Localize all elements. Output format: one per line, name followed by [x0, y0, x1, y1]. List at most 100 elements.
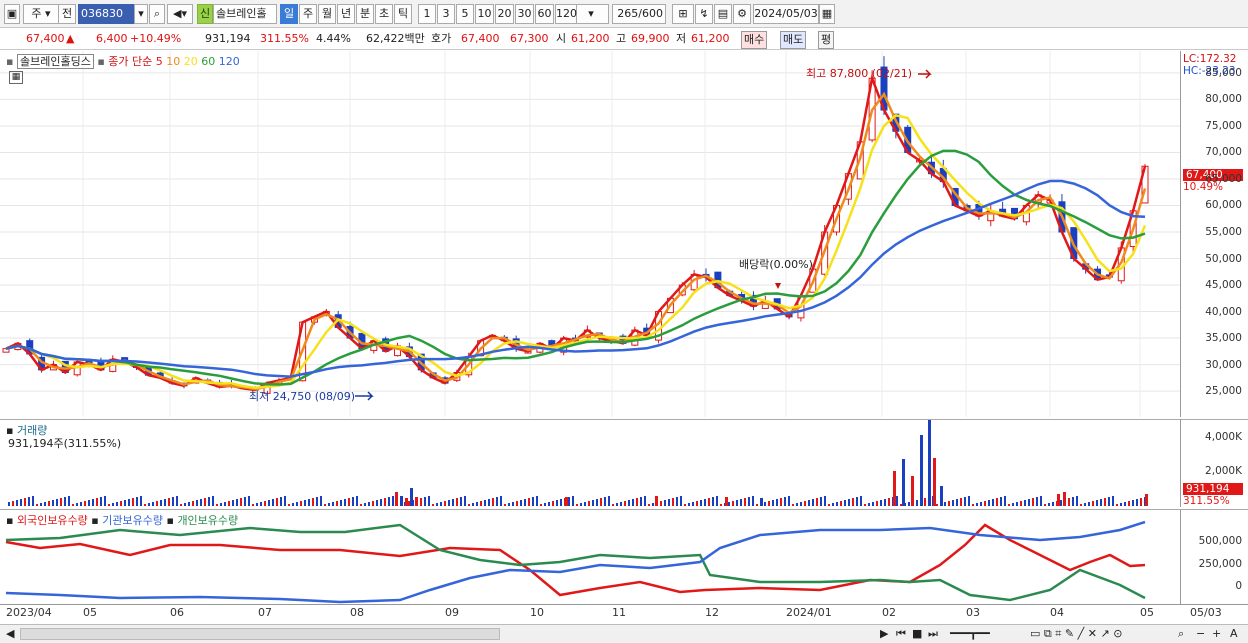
- volume-pane[interactable]: ▪ 거래량 931,194주(311.55%): [0, 419, 1180, 507]
- volume-bar: [844, 500, 846, 506]
- stop-icon[interactable]: ■: [912, 627, 922, 641]
- scroll-bar[interactable]: ◀ ▶ ⏮ ■ ⏭ ━━━┳━━ ▭ ⧉ ⌗ ✎ ╱ ✕ ↗ ⊙ ⌕ − + A: [0, 624, 1248, 643]
- interval-button-20[interactable]: 20: [495, 4, 514, 24]
- volume-bar: [896, 496, 898, 506]
- volume-bar: [836, 502, 838, 506]
- volume-bar: [156, 501, 158, 506]
- volume-bar: [612, 504, 614, 506]
- interval-button-1[interactable]: 1: [418, 4, 436, 24]
- volume-bar: [736, 500, 738, 506]
- volume-bar: [308, 499, 310, 506]
- volume-bar: [1072, 497, 1074, 506]
- stock-tag[interactable]: 솔브레인홀딩스: [16, 54, 94, 69]
- x-label: 2023/04: [6, 606, 52, 619]
- sell-button[interactable]: 매도: [780, 31, 807, 49]
- volume-bar: [800, 502, 802, 506]
- holder-pane[interactable]: ▪ 외국인보유수량 ▪ 기관보유수량 ▪ 개인보유수량: [0, 509, 1180, 604]
- volume-bar: [76, 503, 78, 506]
- stock-code-input[interactable]: 036830: [78, 4, 134, 24]
- first-icon[interactable]: ⏮: [896, 627, 906, 641]
- volume-bar: [916, 500, 918, 506]
- count-field[interactable]: 265/600: [612, 4, 666, 24]
- scroll-right-icon[interactable]: ▶: [880, 627, 888, 641]
- sound-icon[interactable]: ◀▾: [167, 4, 193, 24]
- unit-dropdown[interactable]: ▾: [573, 4, 609, 24]
- volume-bar: [860, 496, 862, 506]
- indicator-icon[interactable]: ↯: [695, 4, 713, 24]
- candle-type-icon[interactable]: ⊞: [672, 4, 694, 24]
- average-button[interactable]: 평: [818, 31, 835, 49]
- tab-tf-4[interactable]: 분: [356, 4, 374, 24]
- new-badge: 신: [197, 4, 213, 24]
- save-icon[interactable]: ▤: [714, 4, 732, 24]
- volume-bar: [652, 503, 654, 506]
- buy-button[interactable]: 매수: [741, 31, 768, 49]
- volume-bar: [36, 504, 38, 506]
- volume-bar: [464, 496, 466, 506]
- search-icon[interactable]: ⌕: [149, 4, 165, 24]
- period-dropdown[interactable]: 주 ▾: [23, 4, 59, 24]
- volume-bar: [848, 499, 850, 506]
- tool-icons[interactable]: ▭ ⧉ ⌗ ✎ ╱ ✕ ↗ ⊙: [1030, 627, 1122, 641]
- minus-icon[interactable]: −: [1196, 627, 1205, 641]
- volume-bar: [600, 498, 602, 506]
- volume-bar: [1004, 496, 1006, 506]
- code-dropdown-icon[interactable]: ▾: [134, 4, 148, 24]
- table-icon[interactable]: ▦: [9, 71, 23, 84]
- volume-bar: [504, 504, 506, 506]
- stock-name-field[interactable]: 솔브레인홀: [213, 4, 277, 24]
- tab-tf-1[interactable]: 주: [299, 4, 317, 24]
- price-tick: 50,000: [1205, 252, 1242, 265]
- legend-individual: 개인보유수량: [177, 514, 239, 527]
- tab-tf-3[interactable]: 년: [337, 4, 355, 24]
- volume-bar: [132, 498, 134, 506]
- volume-bar: [208, 497, 210, 506]
- volume-chart: [8, 420, 1148, 506]
- volume-bar: [1140, 498, 1142, 506]
- tab-tf-5[interactable]: 초: [375, 4, 393, 24]
- font-size-icon[interactable]: A: [1230, 627, 1238, 641]
- window-icon[interactable]: ▣: [4, 4, 20, 24]
- x-right-label: 05/03: [1190, 606, 1222, 619]
- price-tick: 80,000: [1205, 93, 1242, 106]
- interval-button-5[interactable]: 5: [456, 4, 474, 24]
- date-field[interactable]: 2024/05/03: [753, 4, 819, 24]
- interval-button-10[interactable]: 10: [475, 4, 494, 24]
- gear-icon[interactable]: ⚙: [733, 4, 751, 24]
- scroll-thumb[interactable]: [20, 628, 500, 640]
- volume-bar: [816, 498, 818, 506]
- volume-bar: [252, 504, 254, 506]
- last-icon[interactable]: ⏭: [928, 627, 938, 641]
- volume-bar: [284, 496, 286, 506]
- volume-bar: [940, 486, 943, 506]
- scroll-left-icon[interactable]: ◀: [6, 627, 14, 641]
- volume-bar: [1132, 500, 1134, 506]
- volume-bar: [832, 503, 834, 506]
- volume-bar: [40, 503, 42, 506]
- calendar-icon[interactable]: ▦: [819, 4, 835, 24]
- volume-bar: [48, 501, 50, 506]
- volume-bar: [328, 503, 330, 506]
- volume-bar: [476, 502, 478, 506]
- volume-bar: [968, 496, 970, 506]
- volume-bar: [140, 496, 142, 506]
- interval-button-120[interactable]: 120: [555, 4, 577, 24]
- plus-icon[interactable]: +: [1212, 627, 1221, 641]
- interval-button-3[interactable]: 3: [437, 4, 455, 24]
- tab-tf-2[interactable]: 월: [318, 4, 336, 24]
- interval-button-60[interactable]: 60: [535, 4, 554, 24]
- tab-tf-6[interactable]: 틱: [394, 4, 412, 24]
- zoom-icon[interactable]: ⌕: [1178, 627, 1184, 641]
- volume-bar: [760, 498, 763, 506]
- volume-bar: [484, 500, 486, 506]
- zoom-slider[interactable]: ━━━┳━━: [950, 627, 990, 641]
- prev-button[interactable]: 전: [58, 4, 76, 24]
- x-label: 05: [1140, 606, 1154, 619]
- price-pane[interactable]: ▪ 솔브레인홀딩스 ▪ 종가 단순 5 10 20 60 120 ▦ 최고 87…: [0, 51, 1180, 417]
- volume-bar: [392, 496, 394, 506]
- volume-bar: [1020, 501, 1022, 506]
- interval-button-30[interactable]: 30: [515, 4, 534, 24]
- x-label: 12: [705, 606, 719, 619]
- tab-tf-0[interactable]: 일: [280, 4, 298, 24]
- volume-bar: [1084, 503, 1086, 506]
